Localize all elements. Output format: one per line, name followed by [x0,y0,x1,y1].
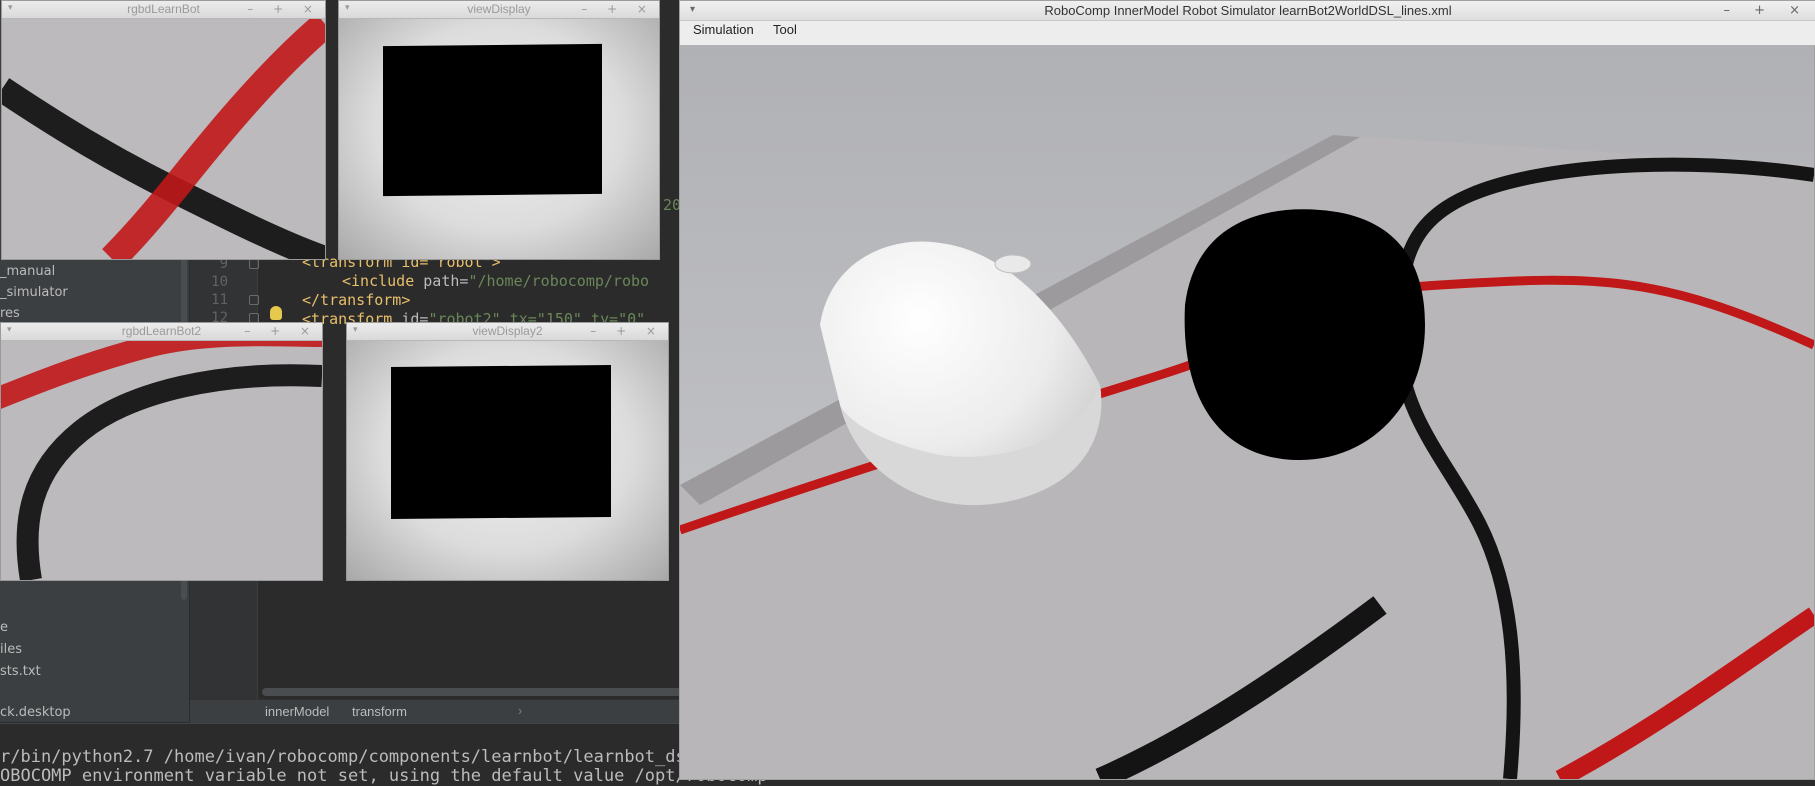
fold-marker-icon[interactable] [249,259,259,269]
camera-view [1,324,322,580]
window-controls[interactable]: – + × [1723,3,1810,18]
rgbd-learnbot-window[interactable]: ▾ rgbdLearnBot – + × [1,0,326,260]
editor-horizontal-scrollbar[interactable] [262,688,688,696]
3d-viewport[interactable] [680,45,1814,779]
robot-screen [391,365,611,519]
camera-image [1,324,322,580]
window-title: RoboComp InnerModel Robot Simulator lear… [1044,3,1452,18]
rgbd-learnbot2-window[interactable]: ▾ rgbdLearnBot2 – + × [0,322,323,581]
3d-scene [680,135,1814,779]
menu-simulation[interactable]: Simulation [693,22,754,37]
lightbulb-icon[interactable] [270,306,282,320]
window-controls[interactable]: – + × [247,2,321,16]
window-titlebar[interactable]: ▾ rgbdLearnBot – + × [2,1,325,19]
code-value: "/home/robocomp/robo [468,272,650,290]
window-controls[interactable]: – + × [581,2,655,16]
view-display2-window[interactable]: ▾ viewDisplay2 – + × [346,322,669,581]
project-item[interactable]: iles [0,642,22,657]
run-console: r/bin/python2.7 /home/ivan/robocomp/comp… [0,723,768,786]
code-attr: path= [423,272,469,290]
line-number: 11 [211,292,228,308]
window-titlebar[interactable]: ▾ RoboComp InnerModel Robot Simulator le… [680,1,1815,21]
window-titlebar[interactable]: ▾ viewDisplay2 – + × [347,323,668,341]
menu-tool[interactable]: Tool [773,22,797,37]
code-tag: <include [342,272,424,290]
camera-view [2,13,325,259]
breadcrumb-item[interactable]: innerModel [265,704,329,719]
window-titlebar[interactable]: ▾ rgbdLearnBot2 – + × [1,323,322,341]
breadcrumb-separator: › [518,703,523,718]
display-view [339,19,659,259]
fold-marker-icon[interactable] [249,295,259,305]
display-view [347,341,668,580]
window-controls[interactable]: – + × [244,324,318,338]
project-item[interactable]: res [0,306,20,321]
breadcrumb-item[interactable]: transform [352,704,407,719]
project-item[interactable]: e [0,620,8,635]
view-display-window[interactable]: ▾ viewDisplay – + × [338,0,660,260]
robot-screen [383,43,602,197]
window-controls[interactable]: – + × [590,324,664,338]
project-item[interactable]: sts.txt [0,664,41,679]
menu-bar [680,21,1815,45]
code-line: </transform> [302,291,411,309]
project-item[interactable]: _manual [0,264,55,279]
console-line: OBOCOMP environment variable not set, us… [0,766,768,786]
project-item[interactable]: ck.desktop [0,705,71,720]
console-line: r/bin/python2.7 /home/ivan/robocomp/comp… [0,747,696,767]
code-line: <include path="/home/robocomp/robo [342,272,649,290]
window-titlebar[interactable]: ▾ viewDisplay – + × [339,1,659,19]
simulator-window[interactable]: ▾ RoboComp InnerModel Robot Simulator le… [679,0,1815,780]
breadcrumb: innerModel › transform [190,699,690,723]
camera-image [2,13,325,259]
line-number: 10 [211,274,228,290]
project-item[interactable]: _simulator [0,285,68,300]
